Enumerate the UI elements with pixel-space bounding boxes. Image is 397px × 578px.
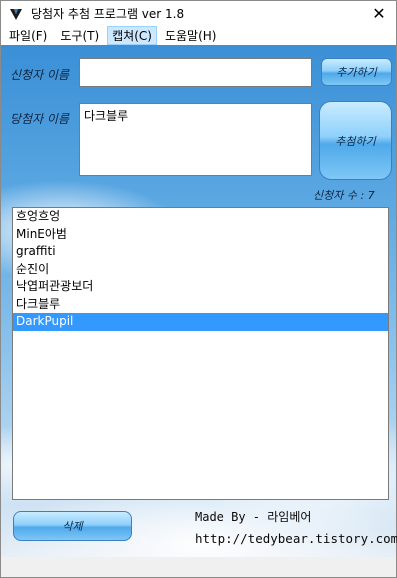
window-title: 당첨자 추첨 프로그램 ver 1.8 (31, 6, 185, 21)
applicant-name-input[interactable] (79, 58, 312, 87)
title-bar[interactable]: 당첨자 추첨 프로그램 ver 1.8 ✕ (1, 1, 396, 25)
applicant-list[interactable]: 흐엉흐엉 MinE아범 graffiti 순진이 낙엽퍼관광보더 다크블루 Da… (12, 207, 389, 500)
list-item[interactable]: 순진이 (13, 261, 388, 279)
draw-button[interactable]: 추첨하기 (319, 101, 392, 180)
add-button[interactable]: 추가하기 (321, 58, 392, 86)
author-url: http://tedybear.tistory.com (195, 531, 397, 546)
menu-file[interactable]: 파일(F) (4, 26, 52, 45)
winner-name-field[interactable]: 다크블루 (79, 103, 312, 176)
close-icon: ✕ (372, 3, 386, 23)
menu-help[interactable]: 도움말(H) (160, 26, 222, 45)
app-icon (9, 6, 23, 20)
delete-button[interactable]: 삭제 (13, 511, 132, 541)
list-item[interactable]: 낙엽퍼관광보더 (13, 278, 388, 296)
list-item[interactable]: MinE아범 (13, 226, 388, 244)
list-item[interactable]: graffiti (13, 243, 388, 261)
list-item[interactable]: 흐엉흐엉 (13, 208, 388, 226)
list-item-selected[interactable]: DarkPupil (13, 313, 388, 331)
menu-tools[interactable]: 도구(T) (55, 26, 104, 45)
main-panel: 신청자 이름 추가하기 당첨자 이름 다크블루 추첨하기 신청자 수 : 7 흐… (1, 45, 397, 557)
app-window: 당첨자 추첨 프로그램 ver 1.8 ✕ 파일(F) 도구(T) 캡쳐(C) … (0, 0, 397, 578)
applicant-count: 신청자 수 : 7 (313, 189, 375, 202)
list-item[interactable]: 다크블루 (13, 296, 388, 314)
applicant-name-label: 신청자 이름 (10, 68, 70, 82)
made-by-credit: Made By - 라임베어 (195, 510, 312, 524)
menu-capture[interactable]: 캡쳐(C) (107, 25, 157, 45)
close-button[interactable]: ✕ (362, 1, 396, 25)
menu-bar: 파일(F) 도구(T) 캡쳐(C) 도움말(H) (1, 25, 396, 45)
winner-name-label: 당첨자 이름 (10, 112, 70, 126)
status-bar (1, 557, 396, 577)
